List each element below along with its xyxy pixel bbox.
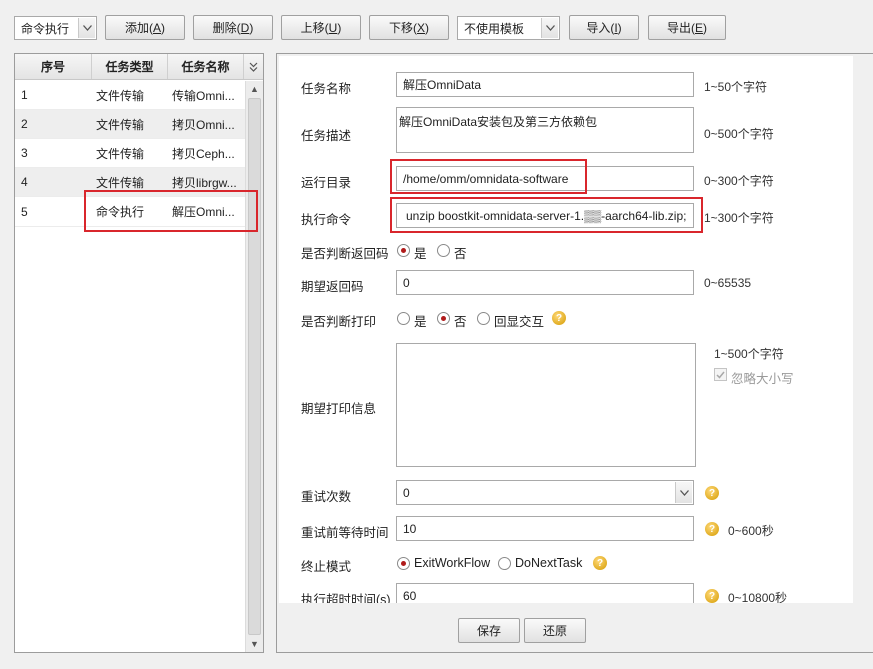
form-scrollbar[interactable] xyxy=(854,56,873,603)
exec-cmd-label: 执行命令 xyxy=(301,213,352,227)
scroll-up-icon[interactable]: ▲ xyxy=(246,81,263,97)
retry-wait-input[interactable]: 10 xyxy=(396,516,694,541)
check-print-label: 是否判断打印 xyxy=(301,315,377,329)
row-type: 文件传输 xyxy=(96,146,145,161)
template-select-value: 不使用模板 xyxy=(464,21,525,36)
stop-mode-label: 终止模式 xyxy=(301,560,352,574)
task-list-scrollbar[interactable]: ▲ ▼ xyxy=(245,81,263,652)
check-print-yes-label[interactable]: 是 xyxy=(414,311,427,330)
delete-button[interactable]: 删除(D) xyxy=(193,15,273,40)
chevron-down-icon[interactable] xyxy=(675,482,692,503)
expected-print-textarea[interactable] xyxy=(396,343,696,467)
row-no: 1 xyxy=(21,88,28,102)
column-header-name[interactable]: 任务名称 xyxy=(168,54,244,79)
retry-count-value: 0 xyxy=(403,485,410,500)
check-print-yes-radio[interactable] xyxy=(397,312,410,325)
retry-count-label: 重试次数 xyxy=(301,490,352,504)
check-print-no-label[interactable]: 否 xyxy=(454,311,467,330)
expected-print-label: 期望打印信息 xyxy=(301,402,377,416)
mode-select[interactable]: 命令执行 xyxy=(14,16,97,40)
retry-wait-label: 重试前等待时间 xyxy=(301,526,389,540)
task-name-hint: 1~50个字符 xyxy=(704,80,768,94)
add-button[interactable]: 添加(A) xyxy=(105,15,185,40)
row-name: 拷贝librgw... xyxy=(172,175,237,190)
run-dir-label: 运行目录 xyxy=(301,176,352,190)
retry-count-select[interactable]: 0 xyxy=(396,480,694,505)
import-button[interactable]: 导入(I) xyxy=(569,15,639,40)
chevron-down-icon[interactable] xyxy=(78,18,95,38)
chevron-down-icon[interactable] xyxy=(541,18,558,38)
column-header-no[interactable]: 序号 xyxy=(15,54,92,79)
row-type: 文件传输 xyxy=(96,88,145,103)
export-button[interactable]: 导出(E) xyxy=(648,15,726,40)
task-desc-textarea[interactable]: 解压OmniData安装包及第三方依赖包 xyxy=(396,107,694,153)
row-no: 4 xyxy=(21,175,28,189)
check-print-echo-radio[interactable] xyxy=(477,312,490,325)
highlight-box-selected-row xyxy=(84,190,258,232)
save-button[interactable]: 保存 xyxy=(458,618,520,643)
timeout-hint: 0~10800秒 xyxy=(728,591,788,603)
column-header-type[interactable]: 任务类型 xyxy=(92,54,168,79)
expected-return-input[interactable]: 0 xyxy=(396,270,694,295)
retry-wait-hint: 0~600秒 xyxy=(728,524,774,538)
row-name: 拷贝Omni... xyxy=(172,117,235,132)
row-name: 传输Omni... xyxy=(172,88,235,103)
timeout-input[interactable]: 60 xyxy=(396,583,694,603)
check-return-yes-label[interactable]: 是 xyxy=(414,243,427,262)
column-menu-icon[interactable] xyxy=(244,54,263,79)
task-desc-label: 任务描述 xyxy=(301,129,352,143)
exec-cmd-hint: 1~300个字符 xyxy=(704,211,774,225)
task-form: 任务名称 解压OmniData 1~50个字符 任务描述 解压OmniData安… xyxy=(279,56,853,603)
help-icon[interactable]: ? xyxy=(552,311,566,325)
row-type: 文件传输 xyxy=(96,175,145,190)
move-down-button[interactable]: 下移(X) xyxy=(369,15,449,40)
scroll-thumb[interactable] xyxy=(248,98,261,635)
template-select[interactable]: 不使用模板 xyxy=(457,16,560,40)
table-row[interactable]: 1 文件传输 传输Omni... xyxy=(15,81,245,110)
run-dir-hint: 0~300个字符 xyxy=(704,174,774,188)
stop-mode-exit-radio[interactable] xyxy=(397,557,410,570)
highlight-box-run-dir xyxy=(390,159,587,194)
check-print-echo-label[interactable]: 回显交互 xyxy=(494,311,544,330)
table-row[interactable]: 2 文件传输 拷贝Omni... xyxy=(15,110,245,139)
task-name-label: 任务名称 xyxy=(301,82,352,96)
ignore-case-checkbox[interactable] xyxy=(714,368,727,381)
scroll-down-icon[interactable]: ▼ xyxy=(246,636,263,652)
expected-return-label: 期望返回码 xyxy=(301,280,364,294)
task-name-input[interactable]: 解压OmniData xyxy=(396,72,694,97)
check-return-no-radio[interactable] xyxy=(437,244,450,257)
help-icon[interactable]: ? xyxy=(705,486,719,500)
help-icon[interactable]: ? xyxy=(705,522,719,536)
row-no: 2 xyxy=(21,117,28,131)
expected-return-hint: 0~65535 xyxy=(704,276,752,290)
check-return-label: 是否判断返回码 xyxy=(301,247,389,261)
stop-mode-next-radio[interactable] xyxy=(498,557,511,570)
check-return-yes-radio[interactable] xyxy=(397,244,410,257)
ignore-case-label: 忽略大小写 xyxy=(731,372,794,386)
row-name: 拷贝Ceph... xyxy=(172,146,235,161)
stop-mode-exit-label[interactable]: ExitWorkFlow xyxy=(414,556,490,570)
help-icon[interactable]: ? xyxy=(705,589,719,603)
table-row[interactable]: 3 文件传输 拷贝Ceph... xyxy=(15,139,245,168)
move-up-button[interactable]: 上移(U) xyxy=(281,15,361,40)
task-list-panel: 序号 任务类型 任务名称 1 文件传输 传输Omni... 2 文件传输 拷贝O… xyxy=(14,53,264,653)
row-type: 文件传输 xyxy=(96,117,145,132)
check-print-no-radio[interactable] xyxy=(437,312,450,325)
task-desc-hint: 0~500个字符 xyxy=(704,127,774,141)
task-list-header: 序号 任务类型 任务名称 xyxy=(15,54,263,80)
help-icon[interactable]: ? xyxy=(593,556,607,570)
timeout-label: 执行超时时间(s) xyxy=(301,593,391,603)
check-return-no-label[interactable]: 否 xyxy=(454,243,467,262)
task-detail-panel: 任务名称 解压OmniData 1~50个字符 任务描述 解压OmniData安… xyxy=(276,53,873,653)
highlight-box-exec-cmd xyxy=(390,197,703,233)
row-no: 3 xyxy=(21,146,28,160)
expected-print-hint: 1~500个字符 xyxy=(714,347,784,361)
mode-select-value: 命令执行 xyxy=(21,21,70,36)
stop-mode-next-label[interactable]: DoNextTask xyxy=(515,556,582,570)
restore-button[interactable]: 还原 xyxy=(524,618,586,643)
